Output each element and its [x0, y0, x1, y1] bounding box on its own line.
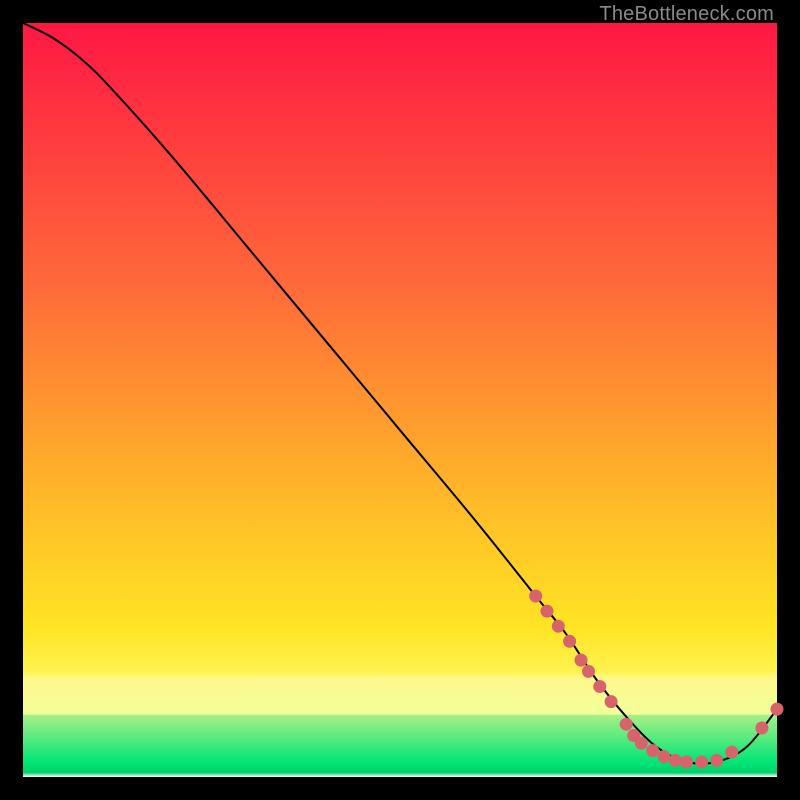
curve-marker [575, 654, 588, 667]
curve-marker [620, 718, 633, 731]
bottleneck-curve [23, 23, 777, 764]
curve-marker [541, 605, 554, 618]
curve-marker [657, 750, 670, 763]
curve-marker [695, 755, 708, 768]
chart-stage: TheBottleneck.com [0, 0, 800, 800]
curve-marker [755, 722, 768, 735]
curve-marker [635, 737, 648, 750]
chart-svg [23, 23, 777, 777]
curve-marker [669, 754, 682, 767]
curve-marker [582, 665, 595, 678]
curve-marker [680, 755, 693, 768]
curve-marker [771, 703, 784, 716]
curve-marker [563, 635, 576, 648]
curve-marker [646, 744, 659, 757]
watermark-text: TheBottleneck.com [599, 3, 774, 26]
curve-marker [552, 620, 565, 633]
curve-marker [725, 746, 738, 759]
curve-marker [605, 695, 618, 708]
curve-markers [529, 590, 783, 769]
curve-marker [710, 754, 723, 767]
curve-marker [593, 680, 606, 693]
curve-marker [529, 590, 542, 603]
